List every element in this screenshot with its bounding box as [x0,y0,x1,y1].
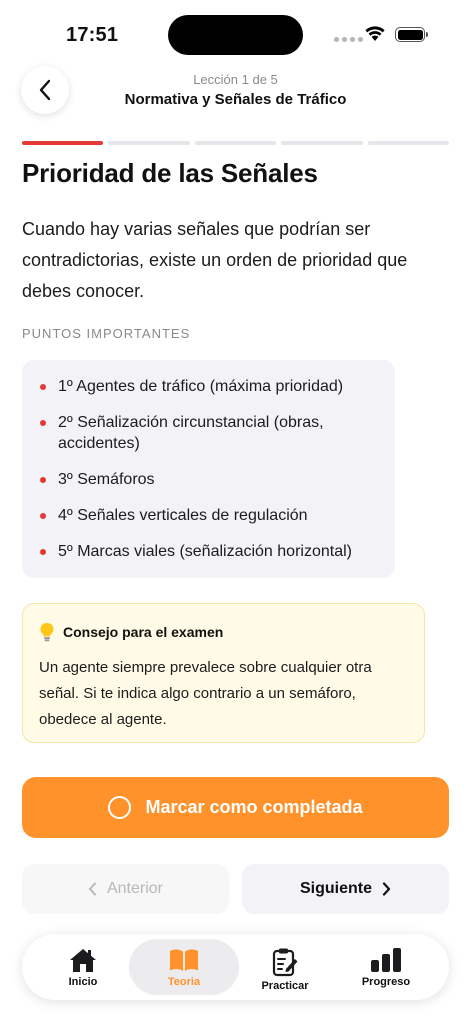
bullet-dot [40,549,46,555]
next-label: Siguiente [299,880,372,897]
lightbulb-icon [40,623,54,642]
house-icon [70,949,96,972]
tab-bar: Inicio Teoria Practicar Progreso [22,934,449,1000]
bar-chart-icon [371,948,401,972]
list-item: 5º Marcas viales (señalización horizonta… [38,541,379,562]
next-button[interactable]: Siguiente [242,864,449,914]
list-item: 2º Señalización circunstancial (obras, a… [38,412,379,454]
section-label: PUNTOS IMPORTANTES [22,326,191,341]
tab-inicio[interactable]: Inicio [28,939,138,995]
lesson-title: Normativa y Señales de Tráfico [124,91,347,108]
lesson-counter: Lección 1 de 5 [193,72,278,87]
point-text: 2º Señalización circunstancial (obras, a… [58,414,324,452]
tab-label: Inicio [68,976,98,988]
page-title: Prioridad de las Señales [22,158,318,188]
mark-complete-button[interactable]: Marcar como completada [22,777,449,838]
progress-segment [281,141,363,145]
bullet-dot [40,477,46,483]
wifi-icon [365,26,385,41]
status-bar: 17:51 [0,0,471,70]
point-text: 5º Marcas viales (señalización horizonta… [58,543,352,560]
progress-segment [108,141,190,145]
point-text: 1º Agentes de tráfico (máxima prioridad) [58,378,344,395]
chevron-left-icon [88,882,96,896]
mark-complete-label: Marcar como completada [145,797,363,817]
previous-label: Anterior [106,880,164,897]
battery-icon [395,27,428,42]
previous-button[interactable]: Anterior [22,864,229,914]
tab-label: Teoria [167,976,201,988]
bullet-dot [40,384,46,390]
exam-tip-card: Consejo para el examen Un agente siempre… [22,603,425,743]
point-text: 3º Semáforos [58,471,155,488]
tip-body: Un agente siempre prevalece sobre cualqu… [39,659,372,728]
list-item: 1º Agentes de tráfico (máxima prioridad) [38,376,379,397]
progress-segment [22,141,104,145]
lesson-progress-bar [22,141,450,146]
status-time: 17:51 [66,24,119,46]
key-points-card: 1º Agentes de tráfico (máxima prioridad)… [22,360,395,578]
tab-progreso[interactable]: Progreso [331,939,441,995]
chevron-right-icon [382,882,391,896]
tip-header: Consejo para el examen [39,622,408,642]
point-text: 4º Señales verticales de regulación [58,507,308,524]
tip-title: Consejo para el examen [63,624,224,640]
clipboard-icon [272,948,298,977]
list-item: 4º Señales verticales de regulación [38,505,379,526]
cellular-signal-icon [334,37,363,42]
progress-segment [194,141,277,145]
intro-paragraph: Cuando hay varias señales que podrían se… [22,219,408,301]
book-icon [170,949,198,971]
bullet-dot [40,513,46,519]
tab-label: Progreso [361,976,411,988]
list-item: 3º Semáforos [38,469,379,490]
tab-practicar[interactable]: Practicar [230,939,340,995]
bullet-dot [40,420,46,426]
progress-segment [367,141,450,145]
dynamic-island [168,15,303,55]
circle-icon [108,796,132,819]
tab-teoria[interactable]: Teoria [129,939,239,995]
tab-label: Practicar [261,980,309,992]
